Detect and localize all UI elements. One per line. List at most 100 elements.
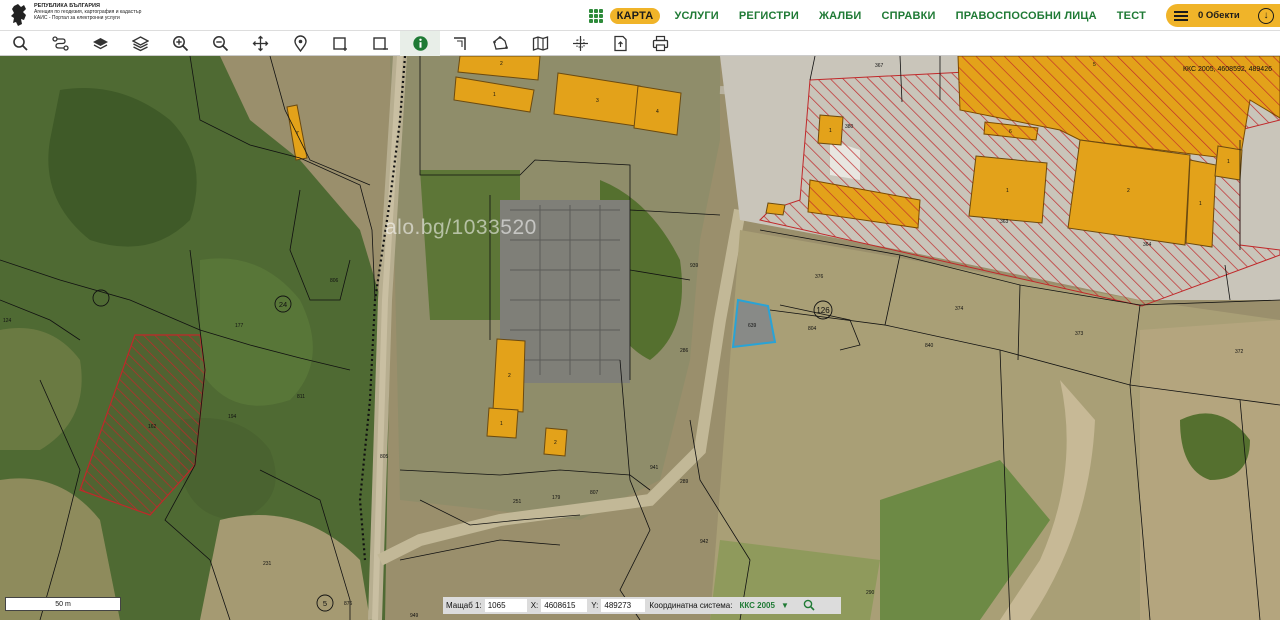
map-scale-bar: 50 m xyxy=(5,597,121,611)
parcel-label: 290 xyxy=(866,590,875,596)
arrow-down-icon: ↓ xyxy=(1258,7,1274,24)
marker-button[interactable] xyxy=(280,31,320,56)
search-tool-button[interactable] xyxy=(0,31,40,56)
parcel-label: 194 xyxy=(228,414,237,420)
pan-icon xyxy=(252,35,268,52)
parcel-label: 376 xyxy=(815,274,824,280)
base-layers-button[interactable] xyxy=(80,31,120,56)
building-label: 3 xyxy=(596,98,599,104)
parcel-label: 380 xyxy=(845,124,854,130)
nav-item-registers[interactable]: РЕГИСТРИ xyxy=(739,10,799,22)
scale-input[interactable]: 1065 xyxy=(484,599,527,612)
building-label: 6 xyxy=(1009,129,1012,135)
crosshair-icon xyxy=(572,36,588,51)
zoom-in-icon xyxy=(172,36,188,52)
route-tool-button[interactable] xyxy=(40,31,80,56)
parcel-label: 639 xyxy=(748,323,757,329)
zoom-out-icon xyxy=(212,36,228,52)
building-label: 1 xyxy=(493,92,496,98)
measure-angle-button[interactable] xyxy=(440,31,480,56)
parcel-label: 251 xyxy=(513,499,522,505)
parcel-label: 162 xyxy=(148,424,157,430)
zoom-in-button[interactable] xyxy=(160,31,200,56)
parcel-label: 804 xyxy=(808,326,817,332)
menu-lines-icon xyxy=(1174,10,1188,21)
map-toolbar xyxy=(0,31,1280,56)
route-icon xyxy=(51,36,69,51)
parcel-label: 374 xyxy=(955,306,964,312)
agency-name: РЕПУБЛИКА БЪЛГАРИЯ Агенция по геодезия, … xyxy=(34,3,141,21)
map-view-button[interactable] xyxy=(520,31,560,56)
map-watermark: alo.bg/1033520 xyxy=(385,216,537,239)
nav-item-licensed-persons[interactable]: ПРАВОСПОСОБНИ ЛИЦА xyxy=(956,10,1097,22)
main-nav: КАРТА УСЛУГИ РЕГИСТРИ ЖАЛБИ СПРАВКИ ПРАВ… xyxy=(588,0,1280,31)
building-label: 2 xyxy=(1127,188,1130,194)
logo-line-3: КАИС - Портал за електронни услуги xyxy=(34,15,120,21)
building-label: 4 xyxy=(656,109,659,115)
crs-select[interactable]: ККС 2005 xyxy=(739,601,774,610)
layers-stack-button[interactable] xyxy=(120,31,160,56)
nav-item-services[interactable]: УСЛУГИ xyxy=(674,10,718,22)
nav-item-complaints[interactable]: ЖАЛБИ xyxy=(819,10,862,22)
building-label: 1 xyxy=(1006,188,1009,194)
parcel-label: 177 xyxy=(235,323,244,329)
crs-coordinate-readout: ККС 2005, 4608592, 489426 xyxy=(1182,66,1272,73)
caret-down-icon[interactable]: ▼ xyxy=(781,601,789,610)
building-label: 2 xyxy=(554,440,557,446)
parcel-label: 124 xyxy=(3,318,12,324)
objects-basket-button[interactable]: 0 Обекти ↓ xyxy=(1166,4,1280,27)
parcel-label: 807 xyxy=(590,490,599,496)
print-icon xyxy=(652,35,668,52)
building-label: 1 xyxy=(1227,159,1230,165)
agency-logo[interactable]: РЕПУБЛИКА БЪЛГАРИЯ Агенция по геодезия, … xyxy=(10,3,141,27)
info-icon xyxy=(412,36,428,51)
select-area-icon xyxy=(372,37,388,50)
crosshair-button[interactable] xyxy=(560,31,600,56)
parcel-label: 179 xyxy=(552,495,561,501)
search-icon xyxy=(803,599,815,611)
select-rectangle-button[interactable] xyxy=(320,31,360,56)
scale-label: Мащаб 1: xyxy=(446,601,482,610)
objects-count-label: 0 Обекти xyxy=(1198,10,1240,21)
apps-grid-icon[interactable] xyxy=(588,8,603,23)
nav-item-test[interactable]: ТЕСТ xyxy=(1117,10,1146,22)
parcel-label: 364 xyxy=(1143,242,1152,248)
parcel-label: 941 xyxy=(650,465,659,471)
parcel-label: 289 xyxy=(680,479,689,485)
parcel-label: 805 xyxy=(380,454,389,460)
draw-polygon-icon xyxy=(492,36,508,50)
layers-stack-icon xyxy=(131,36,149,52)
measure-angle-icon xyxy=(453,37,466,50)
parcel-label: 840 xyxy=(925,343,934,349)
cadastre-map-app: РЕПУБЛИКА БЪЛГАРИЯ Агенция по геодезия, … xyxy=(0,0,1280,620)
building-label: 1 xyxy=(829,128,832,134)
layers-icon xyxy=(92,38,108,50)
nav-item-references[interactable]: СПРАВКИ xyxy=(882,10,936,22)
building-label: 7 xyxy=(296,131,299,137)
parcel-label: 367 xyxy=(875,63,884,69)
map-canvas[interactable]: 126 24 5 376 374 373 372 364 363 380 367… xyxy=(0,56,1280,620)
zoom-out-button[interactable] xyxy=(200,31,240,56)
parcel-circle-label: 5 xyxy=(323,599,327,608)
select-area-button[interactable] xyxy=(360,31,400,56)
y-coordinate-field[interactable]: 489273 xyxy=(601,599,646,612)
export-icon xyxy=(613,35,627,52)
parcel-label: 811 xyxy=(297,394,305,400)
parcel-label: 806 xyxy=(330,278,339,284)
parcel-label: 372 xyxy=(1235,349,1244,355)
draw-polygon-button[interactable] xyxy=(480,31,520,56)
locate-coordinates-button[interactable] xyxy=(803,599,815,613)
nav-item-map[interactable]: КАРТА xyxy=(609,7,661,24)
y-label: Y: xyxy=(591,601,599,610)
export-button[interactable] xyxy=(600,31,640,56)
x-coordinate-field[interactable]: 4608615 xyxy=(541,599,588,612)
scale-bar-label: 50 m xyxy=(55,600,71,608)
parcel-label: 363 xyxy=(1000,219,1009,225)
building-label: 1 xyxy=(500,421,503,427)
x-label: X: xyxy=(530,601,539,610)
pan-button[interactable] xyxy=(240,31,280,56)
info-tool-button[interactable] xyxy=(400,31,440,56)
print-button[interactable] xyxy=(640,31,680,56)
marker-icon xyxy=(293,35,307,52)
satellite-map[interactable]: 126 24 5 376 374 373 372 364 363 380 367… xyxy=(0,56,1280,620)
